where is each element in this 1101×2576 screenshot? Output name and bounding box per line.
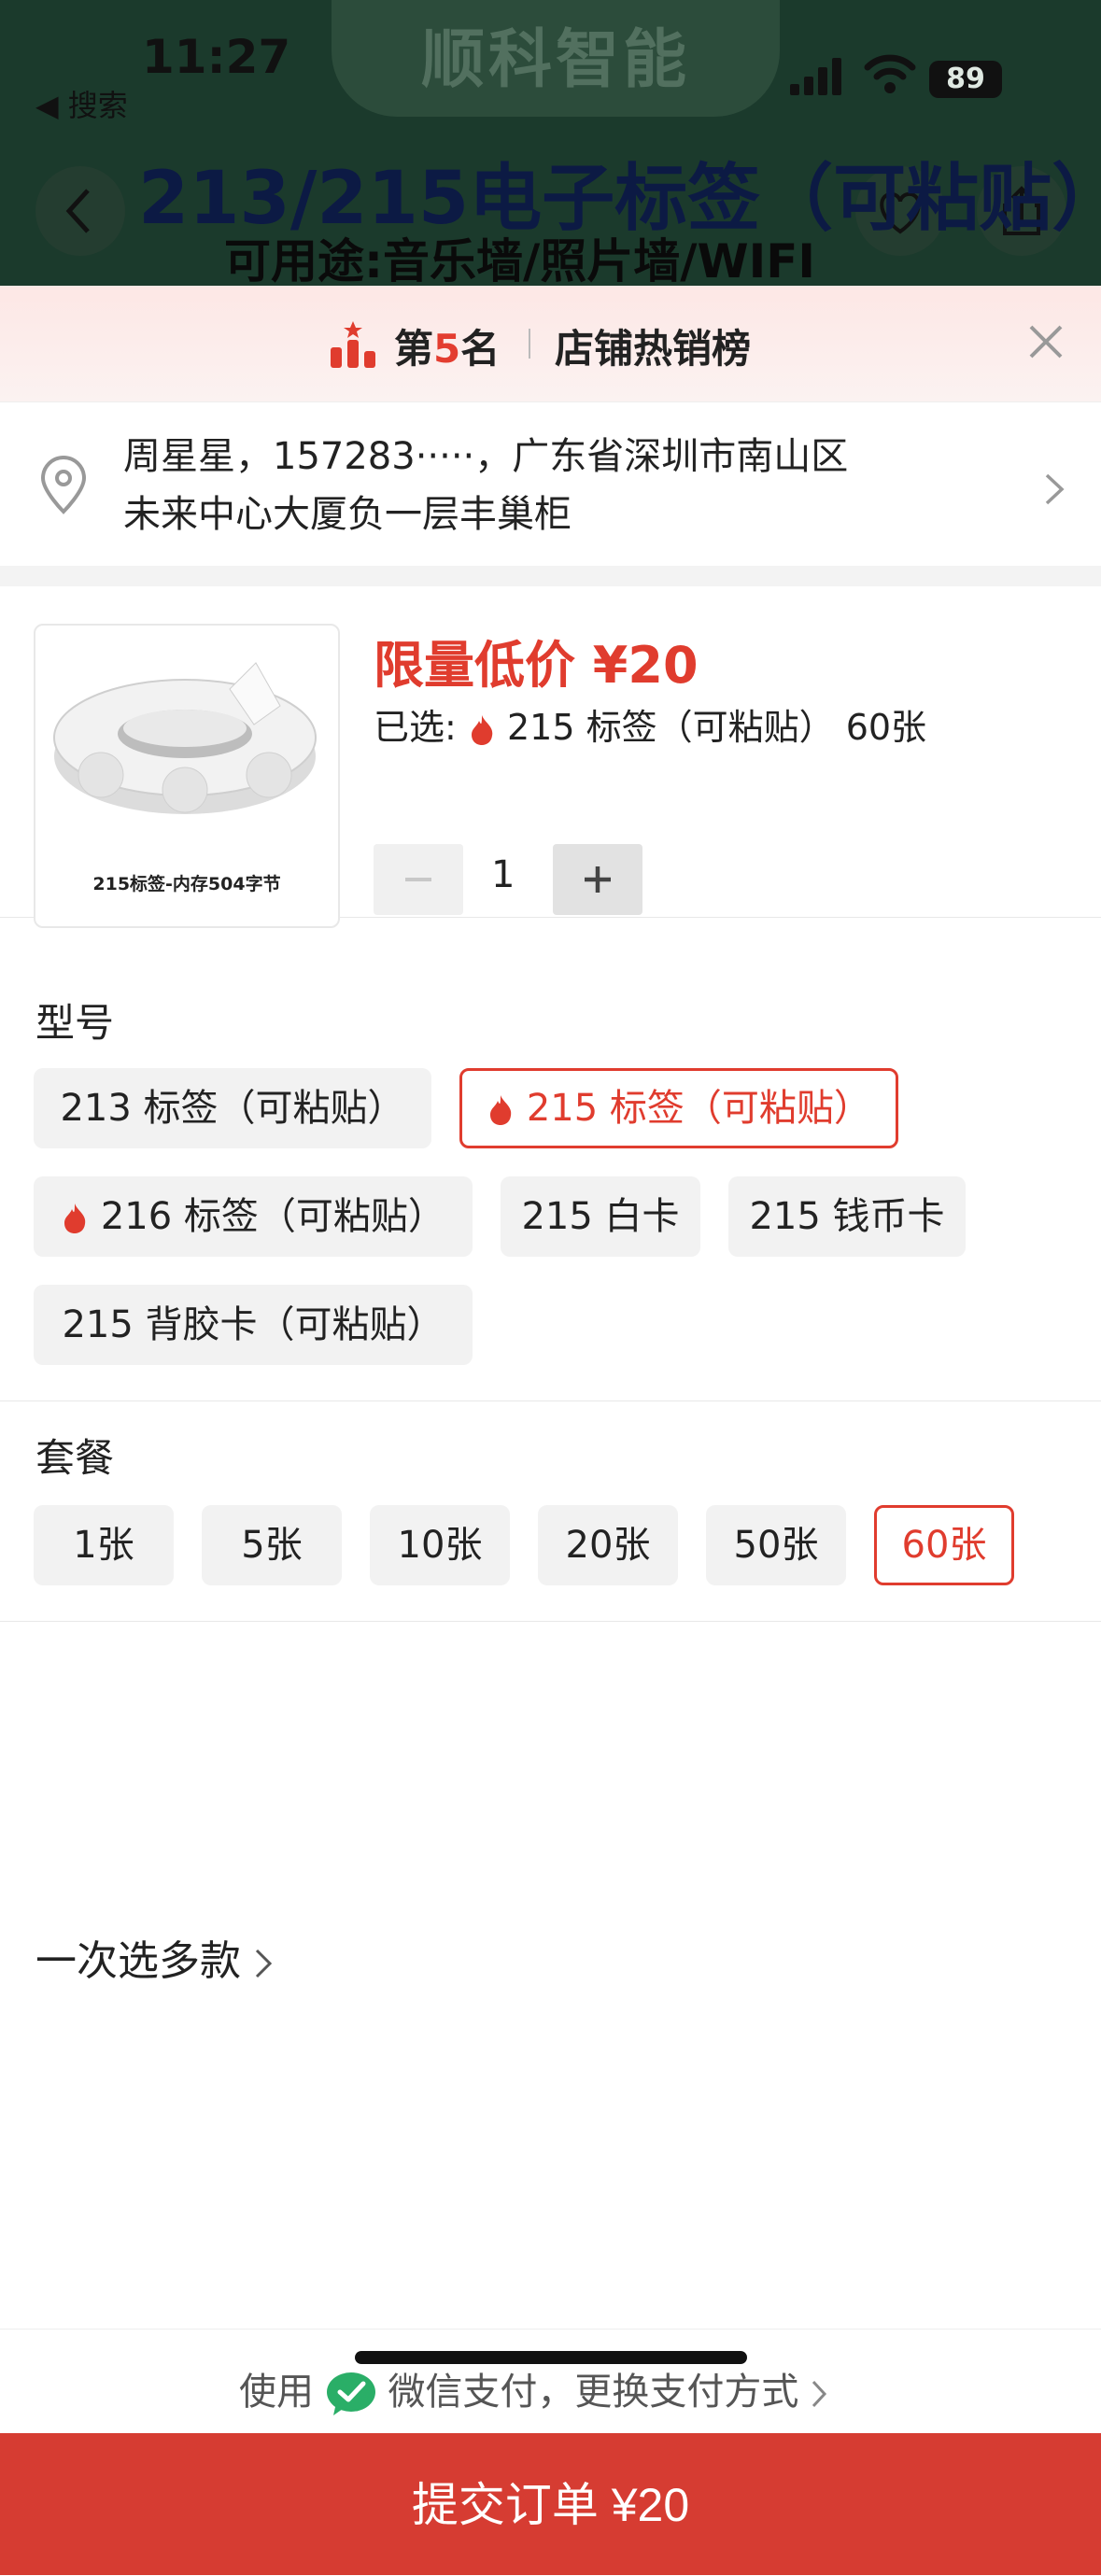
chevron-right-icon (1045, 473, 1065, 505)
battery-indicator: 89 (929, 61, 1002, 98)
price-label: 限量低价 ¥20 (374, 636, 699, 695)
submit-order-button[interactable]: 提交订单 ¥20 (0, 2433, 1101, 2575)
chevron-right-icon (812, 2380, 827, 2408)
package-option-label: 5张 (241, 1524, 303, 1567)
signal-icon (790, 58, 841, 95)
model-option-label: 215 背胶卡（可粘贴） (62, 1303, 445, 1346)
chevron-right-icon (255, 1949, 273, 1978)
address-row[interactable]: 周星星，157283·····，广东省深圳市南山区 未来中心大厦负一层丰巢柜 (0, 401, 1101, 566)
model-option-label: 215 白卡 (521, 1195, 680, 1238)
rank-label: 第5名 (394, 317, 500, 374)
back-circle-button[interactable] (35, 166, 125, 256)
payment-method-row[interactable]: 使用 微信支付，更换支付方式 (0, 2329, 1101, 2432)
package-option-50[interactable]: 50张 (706, 1505, 846, 1585)
address-text: 周星星，157283·····，广东省深圳市南山区 未来中心大厦负一层丰巢柜 (123, 428, 982, 543)
wifi-icon (864, 54, 916, 93)
home-indicator[interactable] (355, 2351, 747, 2364)
payment-text: 使用 微信支付，更换支付方式 (239, 2361, 827, 2416)
thumbnail-caption: 215标签-内存504字节 (92, 874, 281, 894)
package-option-label: 10张 (397, 1524, 483, 1567)
label-roll-image (53, 662, 317, 814)
background-product-page: 顺科智能 11:27 ◀ 搜索 89 213/215电子标签（可粘贴） 可用途:… (0, 0, 1101, 299)
rank-number: 5 (433, 326, 461, 372)
package-option-5[interactable]: 5张 (202, 1505, 342, 1585)
model-option-213-sticker[interactable]: 213 标签（可粘贴） (34, 1068, 431, 1148)
sku-sheet: 第5名 店铺热销榜 周星星，157283·····，广东省深圳市南山区 未来中心… (0, 286, 1101, 2575)
rank-separator (529, 329, 530, 359)
selected-spec: 已选: 215 标签（可粘贴） 60张 (374, 698, 926, 750)
status-time: 11:27 (142, 30, 291, 84)
package-title: 套餐 (35, 1435, 115, 1481)
package-option-60[interactable]: 60张 (874, 1505, 1014, 1585)
location-pin-icon (40, 456, 87, 514)
model-title: 型号 (35, 1000, 115, 1046)
close-icon[interactable] (1025, 321, 1066, 362)
model-option-215-sticker[interactable]: 215 标签（可粘贴） (459, 1068, 898, 1148)
brand-banner: 顺科智能 (332, 0, 780, 117)
quantity-value[interactable]: 1 (491, 853, 515, 896)
minus-icon (405, 878, 431, 881)
product-summary: 215标签-内存504字节 限量低价 ¥20 已选: 215 标签（可粘贴） 6… (0, 586, 1101, 928)
rank-banner[interactable]: 第5名 店铺热销榜 (0, 286, 1101, 402)
package-option-10[interactable]: 10张 (370, 1505, 510, 1585)
package-option-label: 1张 (73, 1524, 134, 1567)
model-option-216-sticker[interactable]: 216 标签（可粘贴） (34, 1176, 473, 1257)
selected-prefix: 已选: (374, 707, 457, 748)
divider (0, 1621, 1101, 1622)
address-line-2: 未来中心大厦负一层丰巢柜 (123, 493, 572, 536)
package-option-label: 60张 (901, 1524, 987, 1567)
chevron-left-icon (65, 189, 90, 233)
address-line-1: 周星星，157283·····，广东省深圳市南山区 (123, 435, 849, 478)
model-option-215-coin-card[interactable]: 215 钱币卡 (728, 1176, 966, 1257)
package-option-1[interactable]: 1张 (34, 1505, 174, 1585)
selected-value: 215 标签（可粘贴） 60张 (507, 707, 927, 748)
model-option-label: 213 标签（可粘贴） (60, 1087, 405, 1130)
increase-button[interactable] (553, 844, 642, 915)
model-option-label: 215 标签（可粘贴） (526, 1087, 871, 1130)
payment-use-label: 使用 (239, 2371, 314, 2414)
plus-icon (585, 866, 611, 893)
flame-icon (471, 714, 493, 745)
product-subline: 可用途:音乐墙/照片墙/WIFI (224, 234, 816, 289)
model-option-215-white-card[interactable]: 215 白卡 (501, 1176, 700, 1257)
rank-suffix: 名 (460, 326, 501, 372)
model-option-label: 216 标签（可粘贴） (100, 1195, 445, 1238)
hot-list-label: 店铺热销榜 (555, 326, 752, 372)
payment-method-label: 微信支付，更换支付方式 (388, 2371, 799, 2414)
package-option-label: 20张 (565, 1524, 651, 1567)
product-thumbnail[interactable]: 215标签-内存504字节 (34, 624, 340, 928)
model-option-label: 215 钱币卡 (749, 1195, 945, 1238)
wechat-pay-icon (326, 2372, 375, 2415)
back-to-search-link[interactable]: ◀ 搜索 (35, 82, 128, 125)
model-option-215-adhesive-card[interactable]: 215 背胶卡（可粘贴） (34, 1285, 473, 1365)
decrease-button[interactable] (374, 844, 463, 915)
section-gap (0, 566, 1101, 586)
multi-select-link[interactable]: 一次选多款 (35, 1927, 273, 1987)
multi-select-label: 一次选多款 (35, 1937, 241, 1985)
podium-icon (331, 321, 375, 368)
rank-prefix: 第 (394, 326, 434, 372)
flame-icon (64, 1204, 86, 1233)
package-option-label: 50张 (733, 1524, 819, 1567)
package-option-20[interactable]: 20张 (538, 1505, 678, 1585)
flame-icon (490, 1095, 512, 1125)
